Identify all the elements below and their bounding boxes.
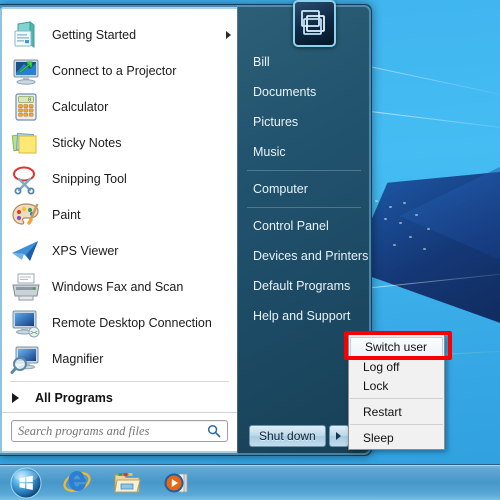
power-menu-item-label: Sleep xyxy=(363,430,394,445)
chevron-right-icon xyxy=(336,432,342,440)
windows-start-orb[interactable] xyxy=(4,467,48,499)
start-menu-left-pane: Getting Started Connect to a Projector 0… xyxy=(0,7,237,453)
program-item-label: Magnifier xyxy=(52,352,104,366)
search-box[interactable] xyxy=(11,420,228,442)
program-item-label: Windows Fax and Scan xyxy=(52,280,184,294)
shut-down-options-button[interactable] xyxy=(328,425,349,447)
place-item-documents[interactable]: Documents xyxy=(237,77,371,107)
svg-text:><: >< xyxy=(30,330,38,337)
power-menu-item-label: Lock xyxy=(363,378,389,393)
user-account-picture[interactable] xyxy=(293,0,336,47)
place-item-label: Computer xyxy=(253,182,308,196)
program-item-label: XPS Viewer xyxy=(52,244,119,258)
power-menu-item-label: Restart xyxy=(363,404,402,419)
place-item-computer[interactable]: Computer xyxy=(237,174,371,204)
power-menu-item-sleep[interactable]: Sleep xyxy=(349,428,444,447)
power-menu-item-log-off[interactable]: Log off xyxy=(349,357,444,376)
getting-started-icon xyxy=(10,19,42,51)
chevron-right-icon xyxy=(12,393,19,404)
divider xyxy=(10,381,229,382)
place-item-label: Control Panel xyxy=(253,219,329,233)
taskbar xyxy=(0,464,500,500)
power-menu-item-restart[interactable]: Restart xyxy=(349,402,444,421)
shut-down-button[interactable]: Shut down xyxy=(249,425,326,447)
place-item-pictures[interactable]: Pictures xyxy=(237,107,371,137)
power-menu-item-label: Log off xyxy=(363,359,400,374)
search-icon xyxy=(207,424,221,438)
program-item-paint[interactable]: Paint xyxy=(2,197,237,233)
place-item-label: Default Programs xyxy=(253,279,351,293)
power-menu-item-label: Switch user xyxy=(365,340,428,354)
place-item-label: Help and Support xyxy=(253,309,351,323)
search-input[interactable] xyxy=(18,423,207,439)
place-item-default-programs[interactable]: Default Programs xyxy=(237,271,371,301)
place-item-music[interactable]: Music xyxy=(237,137,371,167)
search-area xyxy=(2,412,237,451)
divider xyxy=(350,398,443,399)
shut-down-label: Shut down xyxy=(259,429,316,443)
desktop: Getting Started Connect to a Projector 0… xyxy=(0,0,500,500)
place-item-label: Documents xyxy=(253,85,317,99)
all-programs-button[interactable]: All Programs xyxy=(2,385,237,412)
program-item-calculator[interactable]: 0 Calculator xyxy=(2,89,237,125)
place-item-label: Pictures xyxy=(253,115,299,129)
place-item-bill[interactable]: Bill xyxy=(237,47,371,77)
program-item-windows-fax-and-scan[interactable]: Windows Fax and Scan xyxy=(2,269,237,305)
program-item-label: Sticky Notes xyxy=(52,136,122,150)
place-item-label: Devices and Printers xyxy=(253,249,369,263)
all-programs-label: All Programs xyxy=(35,391,113,406)
program-item-magnifier[interactable]: Magnifier xyxy=(2,341,237,377)
place-item-help-and-support[interactable]: Help and Support xyxy=(237,301,371,331)
power-menu-item-lock[interactable]: Lock xyxy=(349,376,444,395)
program-item-getting-started[interactable]: Getting Started xyxy=(2,17,237,53)
program-item-label: Remote Desktop Connection xyxy=(52,316,212,330)
paint-icon xyxy=(10,199,42,231)
program-item-remote-desktop-connection[interactable]: >< Remote Desktop Connection xyxy=(2,305,237,341)
place-item-label: Bill xyxy=(253,55,270,69)
program-item-connect-to-a-projector[interactable]: Connect to a Projector xyxy=(2,53,237,89)
program-list: Getting Started Connect to a Projector 0… xyxy=(2,13,237,377)
xps-viewer-icon xyxy=(10,235,42,267)
taskbar-button-windows-explorer[interactable] xyxy=(106,468,148,498)
program-item-snipping-tool[interactable]: Snipping Tool xyxy=(2,161,237,197)
program-item-label: Calculator xyxy=(52,100,109,114)
divider xyxy=(247,207,361,208)
place-item-control-panel[interactable]: Control Panel xyxy=(237,211,371,241)
fax-and-scan-icon xyxy=(10,271,42,303)
taskbar-button-media-player[interactable] xyxy=(156,468,198,498)
calculator-icon: 0 xyxy=(10,91,42,123)
connect-to-projector-icon xyxy=(10,55,42,87)
program-item-label: Connect to a Projector xyxy=(52,64,177,78)
chevron-right-icon xyxy=(226,31,231,39)
program-item-label: Snipping Tool xyxy=(52,172,127,186)
remote-desktop-icon: >< xyxy=(10,307,42,339)
place-item-label: Music xyxy=(253,145,286,159)
taskbar-button-internet-explorer[interactable] xyxy=(56,468,98,498)
power-menu-item-switch-user[interactable]: Switch user xyxy=(350,337,443,357)
program-item-label: Getting Started xyxy=(52,28,137,42)
magnifier-icon xyxy=(10,343,42,375)
program-item-xps-viewer[interactable]: XPS Viewer xyxy=(2,233,237,269)
divider xyxy=(247,170,361,171)
snipping-tool-icon xyxy=(10,163,42,195)
program-item-label: Paint xyxy=(52,208,81,222)
power-options-menu: Switch user Log off Lock Restart Sleep xyxy=(348,334,445,450)
svg-text:0: 0 xyxy=(28,97,31,103)
divider xyxy=(350,424,443,425)
place-item-devices-and-printers[interactable]: Devices and Printers xyxy=(237,241,371,271)
sticky-notes-icon xyxy=(10,127,42,159)
program-item-sticky-notes[interactable]: Sticky Notes xyxy=(2,125,237,161)
start-menu: Getting Started Connect to a Projector 0… xyxy=(0,4,372,456)
